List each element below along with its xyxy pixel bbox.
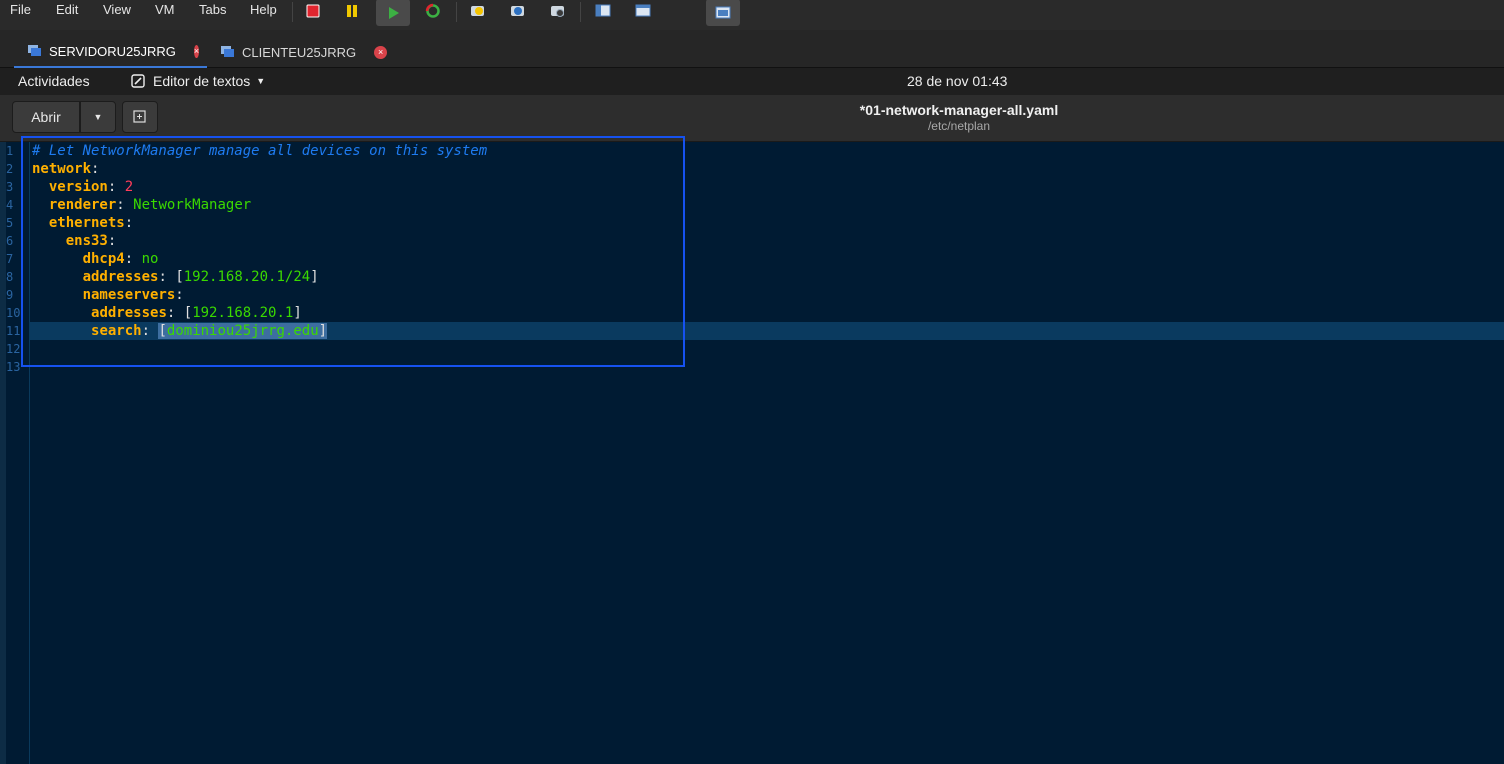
stop-icon[interactable]: [299, 0, 327, 22]
code-line: version: 2: [48, 179, 134, 195]
line-number: 6: [6, 234, 14, 248]
tab-cliente[interactable]: CLIENTEU25JRRG ×: [221, 36, 391, 68]
unity-icon[interactable]: [706, 0, 740, 26]
toolbar-separator: [456, 2, 457, 22]
toolbar-separator: [292, 2, 293, 22]
chevron-down-icon: ▼: [93, 112, 103, 122]
code-line: renderer: NetworkManager: [48, 197, 252, 213]
close-icon[interactable]: ×: [374, 45, 388, 59]
line-number: 2: [6, 162, 14, 176]
code-line: nameservers:: [82, 287, 184, 303]
code-line: dhcp4: no: [82, 251, 159, 267]
open-button[interactable]: Abrir: [12, 101, 80, 133]
gnome-top-bar: Actividades Editor de textos ▼ 28 de nov…: [0, 68, 1504, 95]
restart-icon[interactable]: [419, 0, 447, 22]
tab-servidor[interactable]: SERVIDORU25JRRG ×: [14, 36, 207, 68]
vm-tab-bar: SERVIDORU25JRRG × CLIENTEU25JRRG ×: [0, 30, 1504, 68]
code-line: ens33:: [65, 233, 117, 249]
activities-button[interactable]: Actividades: [18, 73, 90, 89]
menu-tabs[interactable]: Tabs: [199, 0, 226, 20]
text-editor[interactable]: 1 2 3 4 5 6 7 8 9 10 11 12 13 # Let Netw…: [0, 142, 1504, 764]
vm-icon: [28, 45, 42, 57]
close-icon[interactable]: ×: [193, 44, 200, 58]
menu-edit[interactable]: Edit: [56, 0, 78, 20]
console-view-icon[interactable]: [589, 0, 617, 22]
app-name: Editor de textos: [153, 73, 251, 89]
code-line: ethernets:: [48, 215, 134, 231]
line-number: 5: [6, 216, 14, 230]
line-number-gutter: 1 2 3 4 5 6 7 8 9 10 11 12 13: [0, 142, 30, 764]
new-document-button[interactable]: [122, 101, 158, 133]
play-icon[interactable]: [376, 0, 410, 26]
revert-snapshot-icon[interactable]: [504, 0, 532, 22]
line-number: 3: [6, 180, 14, 194]
clock[interactable]: 28 de nov 01:43: [907, 73, 1007, 89]
pause-icon[interactable]: [338, 0, 366, 22]
vm-icon: [221, 46, 235, 58]
line-number: 13: [6, 360, 21, 374]
code-line: # Let NetworkManager manage all devices …: [32, 143, 488, 159]
line-number: 4: [6, 198, 14, 212]
document-title: *01-network-manager-all.yaml: [859, 102, 1059, 118]
edit-icon: [131, 74, 145, 88]
line-number: 9: [6, 288, 14, 302]
chevron-down-icon: ▼: [256, 76, 266, 86]
open-recent-button[interactable]: ▼: [80, 101, 116, 133]
line-number: 10: [6, 306, 21, 320]
line-number: 7: [6, 252, 14, 266]
open-button-label: Abrir: [31, 109, 61, 125]
line-number: 11: [6, 324, 21, 338]
tab-label: SERVIDORU25JRRG: [49, 43, 176, 59]
menu-vm[interactable]: VM: [155, 0, 175, 20]
menu-view[interactable]: View: [103, 0, 131, 20]
menu-help[interactable]: Help: [250, 0, 277, 20]
menu-file[interactable]: File: [10, 0, 31, 20]
snapshot-icon[interactable]: [464, 0, 492, 22]
document-path: /etc/netplan: [927, 119, 991, 133]
new-tab-icon: [133, 109, 147, 126]
toolbar-separator: [580, 2, 581, 22]
manage-snapshots-icon[interactable]: [544, 0, 572, 22]
code-line: addresses: [192.168.20.1/24]: [82, 269, 319, 285]
editor-headerbar: Abrir ▼ *01-network-manager-all.yaml /et…: [0, 95, 1504, 142]
line-number: 1: [6, 144, 14, 158]
fullscreen-icon[interactable]: [629, 0, 657, 22]
line-number: 12: [6, 342, 21, 356]
app-menu[interactable]: Editor de textos ▼: [131, 73, 265, 89]
code-line: search: [dominiou25jrrg.edu]: [91, 323, 328, 339]
line-number: 8: [6, 270, 14, 284]
vmware-menubar: File Edit View VM Tabs Help: [0, 0, 1504, 30]
code-line: addresses: [192.168.20.1]: [91, 305, 302, 321]
code-line: network:: [32, 161, 100, 177]
tab-label: CLIENTEU25JRRG: [242, 44, 357, 60]
